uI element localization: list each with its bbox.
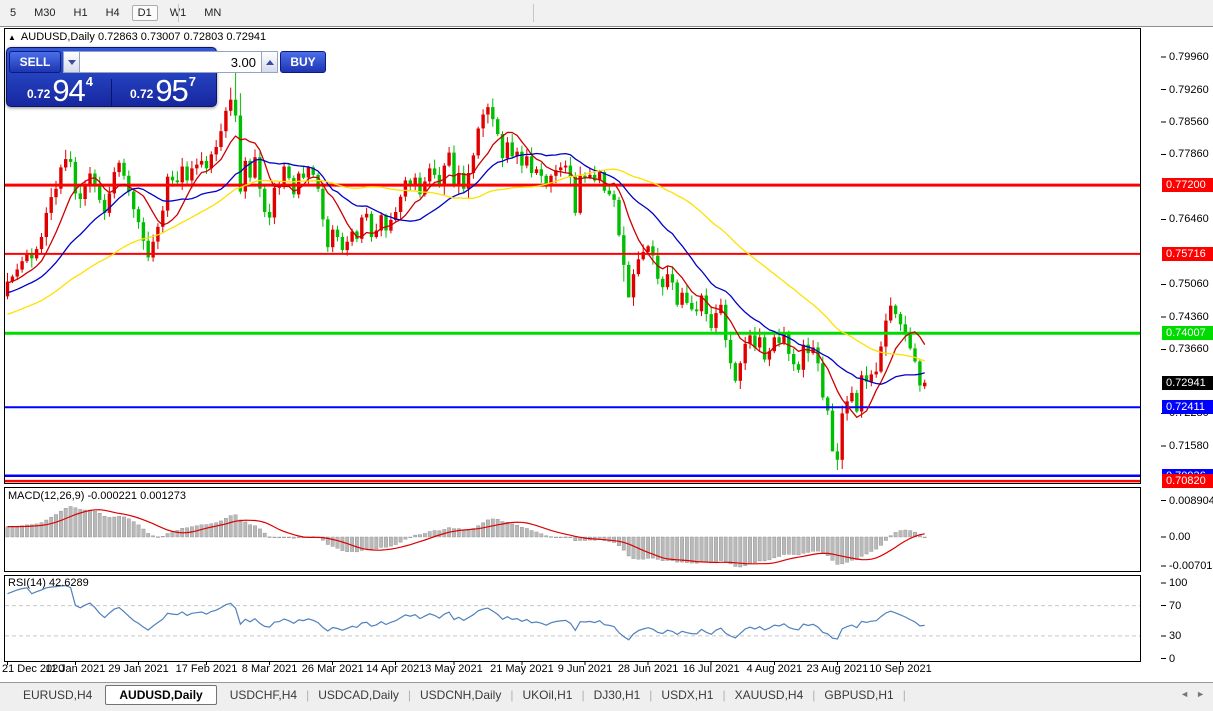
chart-title: ▲ AUDUSD,Daily 0.72863 0.73007 0.72803 0.… [8,31,266,43]
buy-price[interactable]: 0.72957 [113,75,213,106]
sell-price-sup: 4 [86,75,93,103]
toolbar-separator [533,4,534,22]
tab-usdchf-h4[interactable]: USDCHF,H4 [221,686,306,704]
tab-audusd-daily[interactable]: AUDUSD,Daily [105,685,216,705]
volume-increase-button[interactable] [261,51,278,73]
sell-price[interactable]: 0.72944 [10,75,110,106]
macd-indicator-label: MACD(12,26,9) -0.000221 0.001273 [8,490,186,502]
triangle-down-icon [68,60,76,65]
timeframe-button-mn[interactable]: MN [198,5,227,21]
tab-usdcnh-daily[interactable]: USDCNH,Daily [411,686,510,704]
tab-scroll-left-icon[interactable]: ◄ [1180,689,1189,699]
sell-button[interactable]: SELL [9,51,61,73]
timeframe-button-h4[interactable]: H4 [100,5,126,21]
volume-input[interactable] [80,51,261,73]
tab-eurusd-h4[interactable]: EURUSD,H4 [14,686,101,704]
timeframe-button-h1[interactable]: H1 [68,5,94,21]
symbol-period-label: AUDUSD,Daily [21,31,95,43]
buy-price-big: 95 [155,78,187,103]
tab-usdcad-daily[interactable]: USDCAD,Daily [309,686,408,704]
sell-price-prefix: 0.72 [27,88,50,103]
sell-price-big: 94 [52,78,84,103]
buy-price-prefix: 0.72 [130,88,153,103]
tab-scroll-right-icon[interactable]: ► [1196,689,1205,699]
collapse-arrow-icon[interactable]: ▲ [8,33,16,42]
timeframe-button-5[interactable]: 5 [4,5,22,21]
tab-dj30-h1[interactable]: DJ30,H1 [585,686,650,704]
buy-button[interactable]: BUY [280,51,326,73]
triangle-up-icon [266,60,274,65]
price-divider [111,79,112,106]
tab-separator: | [903,688,906,702]
one-click-trading-panel: SELL BUY 0.72944 0.72957 [6,47,217,107]
timeframe-toolbar: 5M30H1H4D1W1MN [0,0,1213,27]
toolbar-separator [178,4,179,22]
chart-tab-bar: EURUSD,H4AUDUSD,Daily USDCHF,H4 | USDCAD,Da… [0,682,1213,711]
tab-usdx-h1[interactable]: USDX,H1 [652,686,722,704]
volume-decrease-button[interactable] [63,51,80,73]
ohlc-values: 0.72863 0.73007 0.72803 0.72941 [98,31,266,43]
volume-stepper [63,51,278,73]
timeframe-button-d1[interactable]: D1 [132,5,158,21]
tab-ukoil-h1[interactable]: UKOil,H1 [513,686,581,704]
rsi-indicator-label: RSI(14) 42.6289 [8,577,89,589]
timeframe-button-m30[interactable]: M30 [28,5,61,21]
buy-price-sup: 7 [189,75,196,103]
tab-gbpusd-h1[interactable]: GBPUSD,H1 [815,686,902,704]
tab-xauusd-h4[interactable]: XAUUSD,H4 [726,686,813,704]
